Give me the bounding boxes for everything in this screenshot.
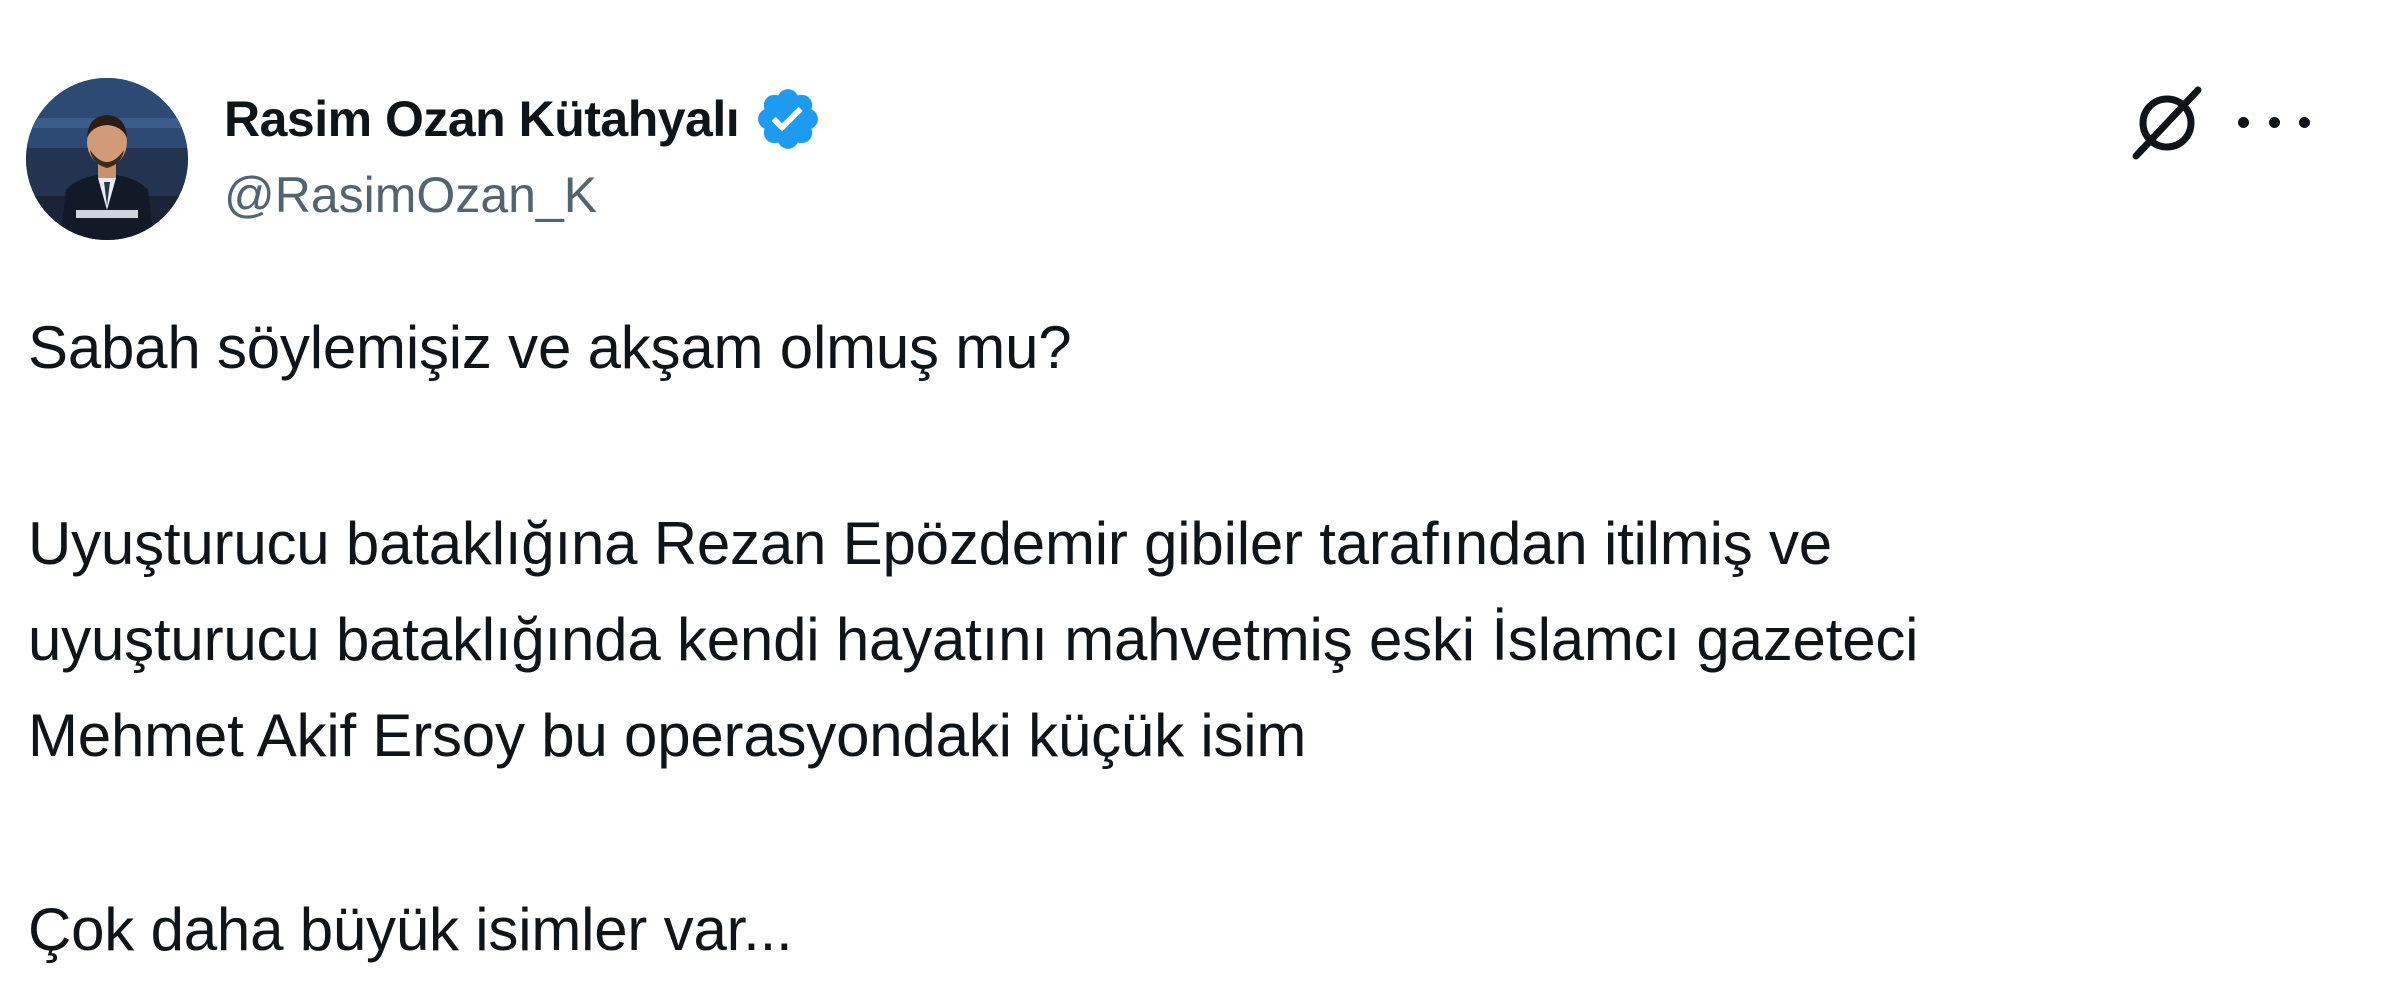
grok-icon[interactable] (2126, 82, 2208, 164)
avatar-image (26, 78, 188, 240)
tweet-paragraph-3: Çok daha büyük isimler var... (28, 882, 793, 978)
tweet-text-line: Mehmet Akif Ersoy bu operasyondaki küçük… (28, 702, 1307, 769)
more-dot (2268, 116, 2280, 128)
tweet-text-line: uyuşturucu bataklığında kendi hayatını m… (28, 606, 1919, 673)
author-name-row: Rasim Ozan Kütahyalı (224, 84, 823, 154)
author-handle[interactable]: @RasimOzan_K (224, 166, 597, 224)
avatar[interactable] (26, 78, 188, 240)
tweet-text-line: Sabah söylemişiz ve akşam olmuş mu? (28, 314, 1072, 381)
tweet-card: Rasim Ozan Kütahyalı @RasimOzan_K Sabah … (0, 0, 2388, 1000)
more-dot (2238, 116, 2249, 128)
tweet-paragraph-2: Uyuşturucu bataklığına Rezan Epözdemir g… (28, 496, 1919, 784)
tweet-text-line: Uyuşturucu bataklığına Rezan Epözdemir g… (28, 510, 1832, 577)
author-display-name[interactable]: Rasim Ozan Kütahyalı (224, 90, 740, 148)
more-dot (2299, 116, 2310, 128)
verified-badge-icon[interactable] (753, 84, 823, 154)
tweet-text-line: Çok daha büyük isimler var... (28, 896, 793, 963)
tweet-header: Rasim Ozan Kütahyalı @RasimOzan_K (0, 0, 2388, 260)
tweet-paragraph-1: Sabah söylemişiz ve akşam olmuş mu? (28, 300, 1072, 396)
more-options-icon[interactable] (2238, 92, 2310, 152)
